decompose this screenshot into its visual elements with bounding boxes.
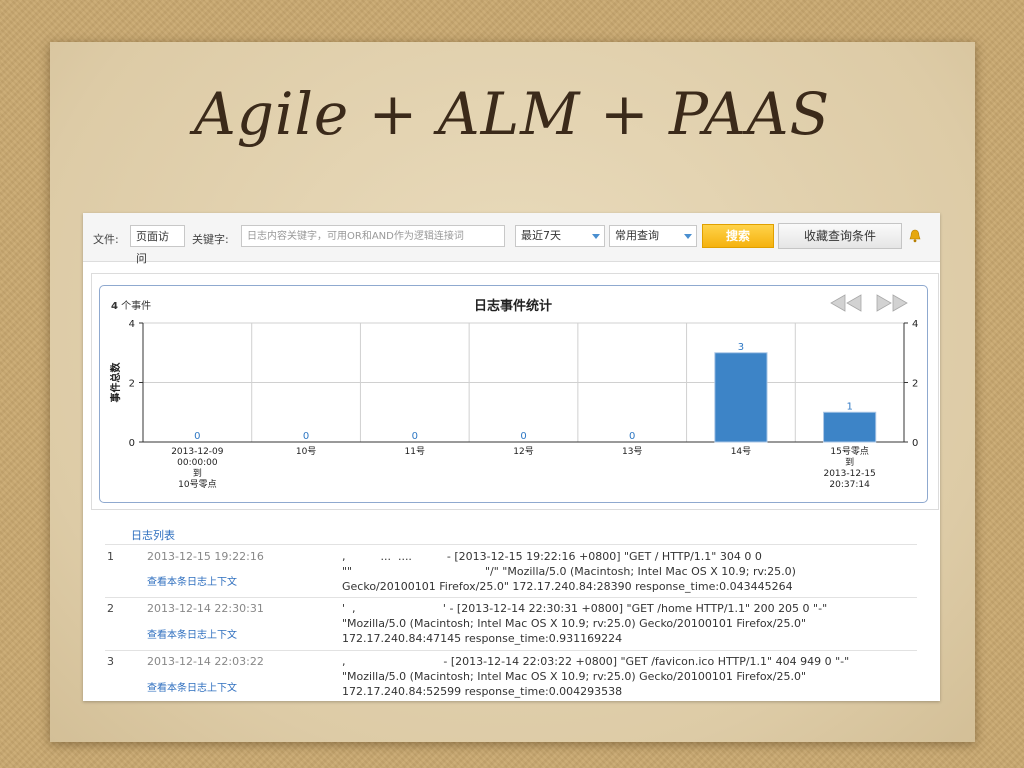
- divider: [105, 650, 917, 651]
- x-tick-label: 12号: [513, 446, 533, 457]
- x-tick-label: 15号零点到 2013-12-15 20:37:14: [823, 446, 875, 490]
- x-tick-label: 11号: [405, 446, 425, 457]
- y-tick-label: 2: [129, 379, 135, 390]
- chart-bar: [714, 352, 768, 443]
- log-list-header[interactable]: 日志列表: [131, 527, 175, 543]
- log-message: , - [2013-12-14 22:03:22 +0800] "GET /fa…: [342, 655, 850, 698]
- row-timestamp: 2013-12-14 22:30:31: [147, 602, 264, 615]
- slide-title: Agile + ALM + PAAS: [193, 80, 831, 148]
- data-label: 0: [520, 431, 526, 442]
- data-label: 3: [738, 342, 744, 353]
- app-screenshot: 文件: 页面访问 关键字: 最近7天 常用查询 搜索 收藏查询条件 4 个事件 …: [83, 213, 940, 701]
- x-tick-label: 14号: [731, 446, 751, 457]
- bar-chart: 0 0 2 2 4 4 事件总数 0 2013-12-09 00:00:00 到 10号零点 0 10号 0…: [109, 319, 918, 490]
- view-context-link[interactable]: 查看本条日志上下文: [147, 626, 237, 641]
- data-label: 0: [629, 431, 635, 442]
- y-tick-label: 2: [912, 379, 918, 390]
- x-tick-label: 10号: [296, 446, 316, 457]
- y-axis-title: 事件总数: [109, 362, 122, 403]
- data-label: 0: [412, 431, 418, 442]
- row-timestamp: 2013-12-14 22:03:22: [147, 655, 264, 668]
- row-number: 1: [107, 550, 114, 563]
- view-context-link[interactable]: 查看本条日志上下文: [147, 679, 237, 694]
- divider: [105, 597, 917, 598]
- x-tick-label: 2013-12-09 00:00:00 到 10号零点: [171, 447, 224, 490]
- y-tick-label: 4: [129, 319, 135, 330]
- log-message: ' , ' - [2013-12-14 22:30:31 +0800] "GET…: [342, 602, 828, 645]
- data-label: 1: [846, 401, 852, 412]
- x-tick-label: 13号: [622, 446, 642, 457]
- log-message: , ... .... - [2013-12-15 19:22:16 +0800]…: [342, 550, 796, 593]
- chart-bar: [823, 411, 877, 443]
- data-label: 0: [303, 431, 309, 442]
- divider: [105, 544, 917, 545]
- row-number: 2: [107, 602, 114, 615]
- view-context-link[interactable]: 查看本条日志上下文: [147, 573, 237, 588]
- y-tick-label: 0: [912, 438, 918, 449]
- data-label: 0: [194, 431, 200, 442]
- row-timestamp: 2013-12-15 19:22:16: [147, 550, 264, 563]
- y-tick-label: 0: [129, 438, 135, 449]
- row-number: 3: [107, 655, 114, 668]
- y-tick-label: 4: [912, 319, 918, 330]
